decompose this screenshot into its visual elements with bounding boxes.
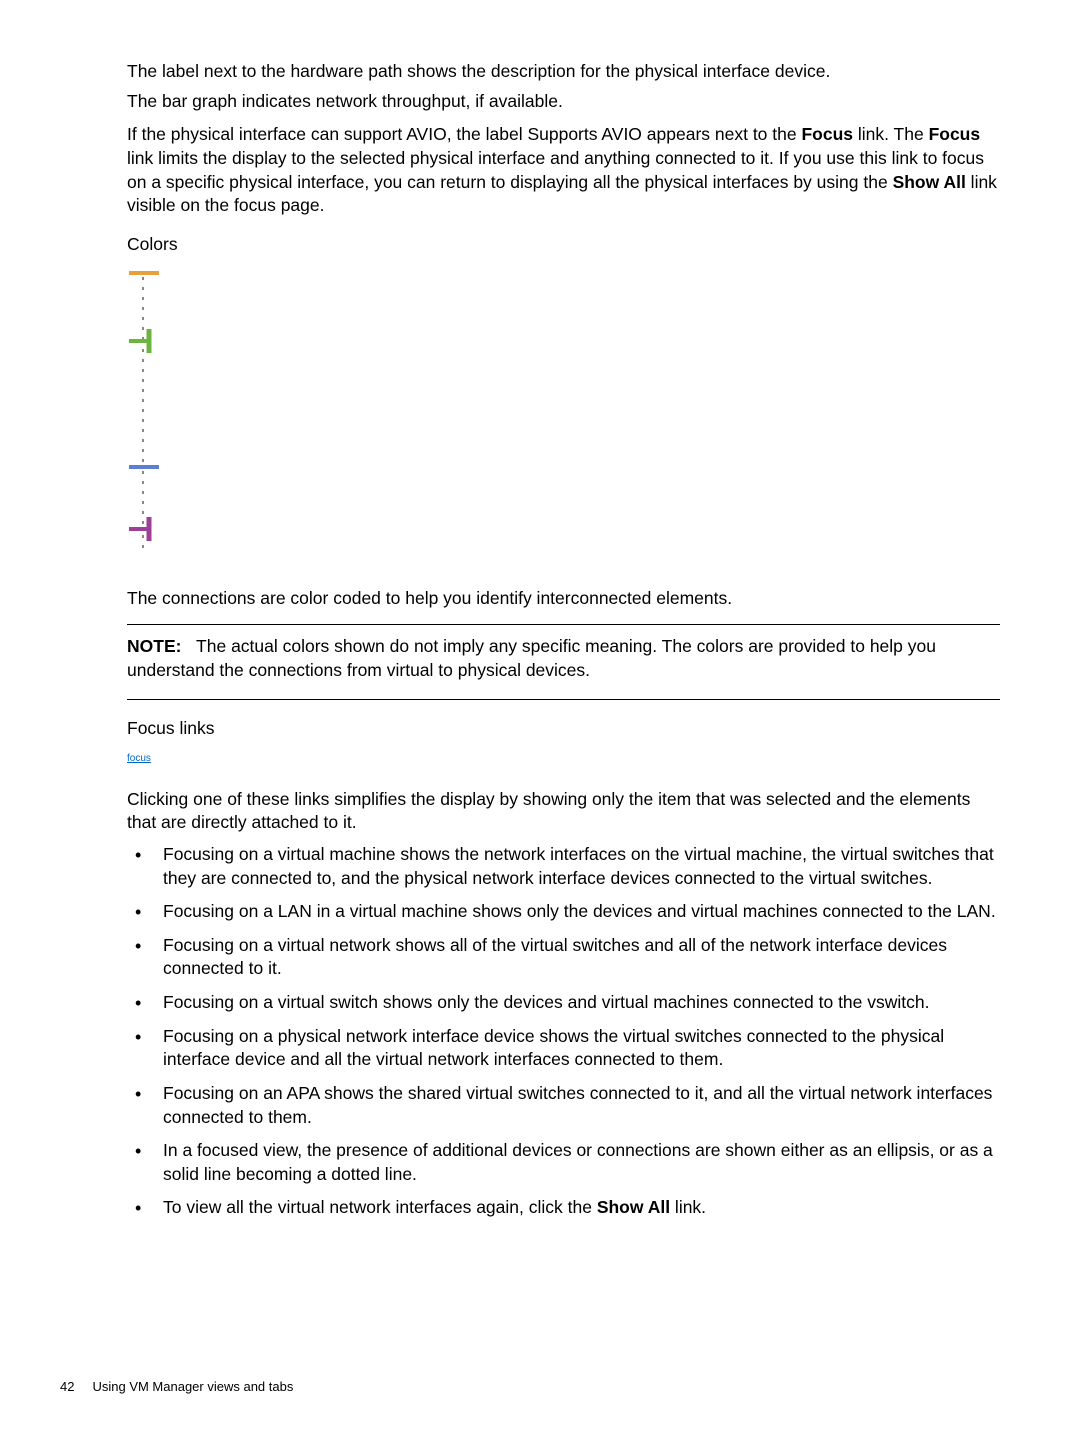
- list-item: To view all the virtual network interfac…: [127, 1196, 1000, 1220]
- paragraph-hardware-path: The label next to the hardware path show…: [127, 60, 1000, 84]
- note-block: NOTE: The actual colors shown do not imp…: [127, 624, 1000, 699]
- footer-text: Using VM Manager views and tabs: [92, 1379, 293, 1394]
- list-item: In a focused view, the presence of addit…: [127, 1139, 1000, 1186]
- note-text: The actual colors shown do not imply any…: [127, 636, 936, 680]
- page-footer: 42 Using VM Manager views and tabs: [60, 1379, 293, 1394]
- list-item: Focusing on an APA shows the shared virt…: [127, 1082, 1000, 1129]
- list-item: Focusing on a physical network interface…: [127, 1025, 1000, 1072]
- paragraph-avio-focus: If the physical interface can support AV…: [127, 123, 1000, 218]
- text-segment: link limits the display to the selected …: [127, 148, 984, 192]
- paragraph-bar-graph: The bar graph indicates network throughp…: [127, 90, 1000, 114]
- paragraph-connections: The connections are color coded to help …: [127, 587, 1000, 611]
- showall-bold: Show All: [893, 172, 966, 192]
- paragraph-clicking: Clicking one of these links simplifies t…: [127, 788, 1000, 835]
- list-item: Focusing on a LAN in a virtual machine s…: [127, 900, 1000, 924]
- focus-bullets: Focusing on a virtual machine shows the …: [127, 843, 1000, 1220]
- focus-bold-2: Focus: [929, 124, 981, 144]
- list-item: Focusing on a virtual network shows all …: [127, 934, 1000, 981]
- focus-links-heading: Focus links: [127, 718, 1000, 739]
- list-item: Focusing on a virtual machine shows the …: [127, 843, 1000, 890]
- colors-heading: Colors: [127, 234, 1000, 255]
- focus-bold: Focus: [801, 124, 853, 144]
- focus-link-sample: focus: [127, 753, 1000, 764]
- text-segment: If the physical interface can support AV…: [127, 124, 801, 144]
- showall-bold-2: Show All: [597, 1197, 670, 1217]
- text-segment: link.: [670, 1197, 706, 1217]
- colors-diagram: [129, 269, 1000, 559]
- page-number: 42: [60, 1379, 74, 1394]
- text-segment: link. The: [853, 124, 929, 144]
- note-paragraph: NOTE: The actual colors shown do not imp…: [127, 635, 1000, 682]
- note-label: NOTE:: [127, 636, 181, 656]
- list-item: Focusing on a virtual switch shows only …: [127, 991, 1000, 1015]
- text-segment: To view all the virtual network interfac…: [163, 1197, 597, 1217]
